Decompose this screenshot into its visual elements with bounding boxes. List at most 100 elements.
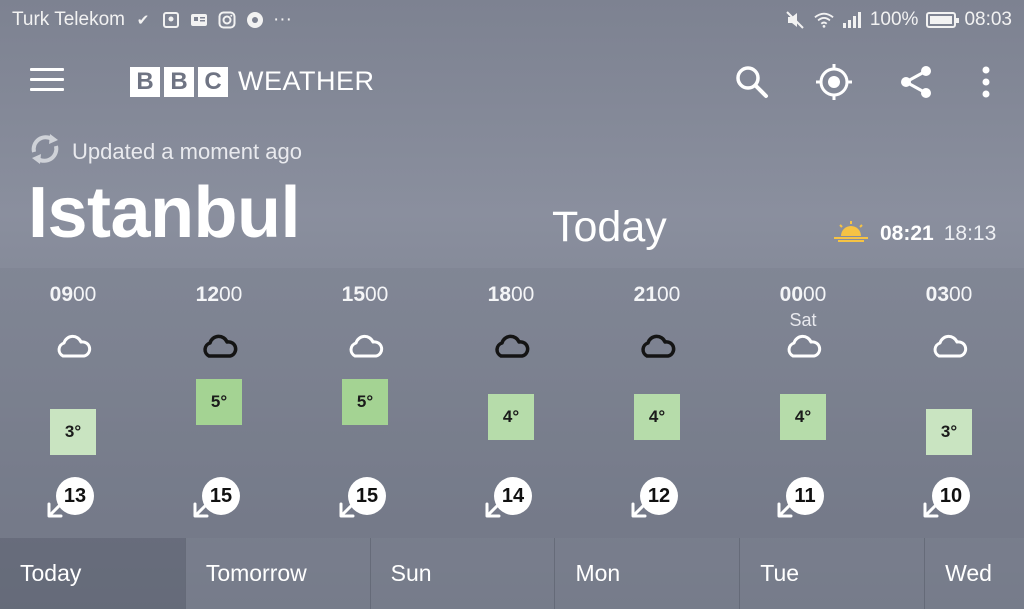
hour-time: 1200 <box>146 283 292 307</box>
thick-cloud-icon <box>199 334 239 360</box>
logo-letter: B <box>164 66 194 97</box>
hour-time: 1800 <box>438 283 584 307</box>
temperature-badge: 3° <box>50 409 96 455</box>
tab-wed[interactable]: Wed <box>924 538 1024 609</box>
wind-speed: 15 <box>337 474 397 524</box>
app-notification-icon <box>245 10 265 30</box>
wind-speed: 15 <box>191 474 251 524</box>
light-cloud-icon <box>345 334 385 360</box>
hour-column: 0000 Sat 4° 11 <box>730 268 876 538</box>
sunrise-icon <box>832 220 870 248</box>
hour-value: 18 <box>487 283 511 306</box>
wind-speed-value: 15 <box>348 477 386 515</box>
wind-speed: 14 <box>483 474 543 524</box>
hourly-forecast[interactable]: 0900 3° 13 1200 5° 15 1500 5° 15 1800 4° 14 2100 4° 12… <box>0 268 1024 538</box>
menu-icon[interactable] <box>30 68 64 94</box>
selected-day-title: Today <box>552 203 667 251</box>
thick-cloud-icon <box>491 334 531 360</box>
hour-column: 1500 5° 15 <box>292 268 438 538</box>
wind-speed: 11 <box>775 474 835 524</box>
hour-value: 09 <box>49 283 73 306</box>
minute-value: 00 <box>949 283 973 306</box>
tab-tomorrow[interactable]: Tomorrow <box>184 538 370 609</box>
temperature-badge: 3° <box>926 409 972 455</box>
location-icon[interactable] <box>814 62 854 102</box>
hour-time: 0000 <box>730 283 876 307</box>
hour-column: 0300 3° 10 <box>876 268 1022 538</box>
battery-percent: 100% <box>869 9 919 30</box>
signal-icon <box>842 10 862 30</box>
news-icon <box>189 10 209 30</box>
wind-speed: 10 <box>921 474 981 524</box>
light-cloud-icon <box>929 334 969 360</box>
hour-time: 1500 <box>292 283 438 307</box>
minute-value: 00 <box>511 283 535 306</box>
tab-tue[interactable]: Tue <box>739 538 925 609</box>
hour-time: 2100 <box>584 283 730 307</box>
hour-column: 1200 5° 15 <box>146 268 292 538</box>
minute-value: 00 <box>219 283 243 306</box>
wind-speed: 13 <box>45 474 105 524</box>
minute-value: 00 <box>803 283 827 306</box>
wind-speed-value: 14 <box>494 477 532 515</box>
hour-time: 0900 <box>0 283 146 307</box>
hour-value: 15 <box>341 283 365 306</box>
hour-value: 21 <box>633 283 657 306</box>
temperature-badge: 5° <box>342 379 388 425</box>
temperature-badge: 4° <box>780 394 826 440</box>
mute-icon <box>786 10 806 30</box>
hour-time: 0300 <box>876 283 1022 307</box>
wind-speed: 12 <box>629 474 689 524</box>
updated-text: Updated a moment ago <box>72 139 302 164</box>
temperature-badge: 5° <box>196 379 242 425</box>
status-bar-left: Turk Telekom ✔ ··· <box>12 9 292 31</box>
city-name: Istanbul <box>28 173 301 253</box>
logo-letter: C <box>198 66 228 97</box>
app-bar: B B C WEATHER <box>0 52 1024 112</box>
carrier-name: Turk Telekom <box>12 9 125 30</box>
search-icon[interactable] <box>732 62 772 102</box>
instagram-icon <box>217 10 237 30</box>
light-cloud-icon <box>53 334 93 360</box>
hour-column: 1800 4° 14 <box>438 268 584 538</box>
hour-day-label: Sat <box>789 310 817 330</box>
bbc-weather-logo: B B C WEATHER <box>130 66 375 97</box>
temperature-badge: 4° <box>488 394 534 440</box>
update-status: Updated a moment ago <box>28 132 302 172</box>
thick-cloud-icon <box>637 334 677 360</box>
battery-icon <box>926 12 960 28</box>
more-vert-icon[interactable] <box>966 62 1006 102</box>
status-bar-right: 100% 08:03 <box>786 9 1012 31</box>
sun-times: 08:21 18:13 <box>832 220 996 248</box>
minute-value: 00 <box>657 283 681 306</box>
hour-value: 12 <box>195 283 219 306</box>
minute-value: 00 <box>365 283 389 306</box>
more-notifications: ··· <box>272 9 292 30</box>
wind-speed-value: 13 <box>56 477 94 515</box>
wind-speed-value: 11 <box>786 477 824 515</box>
minute-value: 00 <box>73 283 97 306</box>
map-notification-icon <box>161 10 181 30</box>
tab-mon[interactable]: Mon <box>554 538 740 609</box>
wind-speed-value: 10 <box>932 477 970 515</box>
tab-today[interactable]: Today <box>0 538 185 609</box>
logo-letter: B <box>130 66 160 97</box>
hour-value: 03 <box>925 283 949 306</box>
hour-column: 0900 3° 13 <box>0 268 146 538</box>
share-icon[interactable] <box>896 62 936 102</box>
hour-column: 2100 4° 12 <box>584 268 730 538</box>
status-bar: Turk Telekom ✔ ··· 100% 08:03 <box>0 0 1024 40</box>
sunset-time: 18:13 <box>943 222 997 245</box>
wind-speed-value: 12 <box>640 477 678 515</box>
day-tabs: Today Tomorrow Sun Mon Tue Wed <box>0 538 1024 609</box>
status-time: 08:03 <box>964 9 1012 30</box>
hour-value: 00 <box>779 283 803 306</box>
tab-sun[interactable]: Sun <box>369 538 555 609</box>
logo-word: WEATHER <box>238 66 375 96</box>
check-icon: ✔ <box>136 12 150 29</box>
wifi-icon <box>814 10 834 30</box>
light-cloud-icon <box>783 334 823 360</box>
refresh-icon[interactable] <box>28 132 62 172</box>
temperature-badge: 4° <box>634 394 680 440</box>
sunrise-time: 08:21 <box>880 222 934 245</box>
